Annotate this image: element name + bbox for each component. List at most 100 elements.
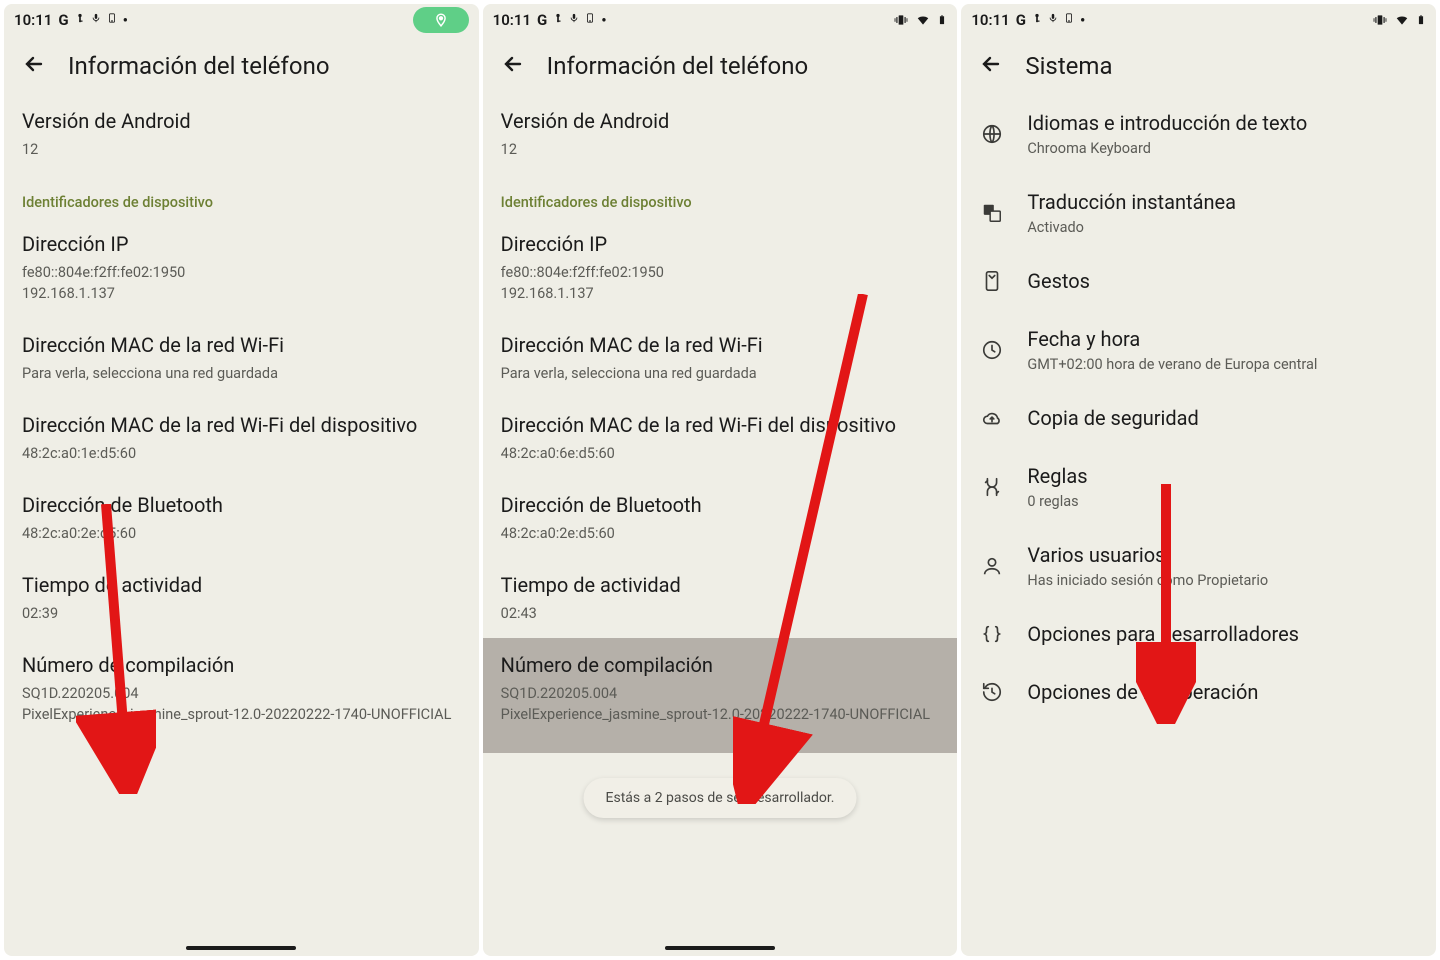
row-sub: Has iniciado sesión como Propietario: [1027, 572, 1418, 589]
row-value: PixelExperience_jasmine_sprout-12.0-2022…: [22, 704, 461, 725]
page-title: Sistema: [1025, 52, 1112, 80]
header: Información del teléfono: [483, 36, 958, 94]
cloud-icon: [979, 407, 1005, 429]
row-title: Varios usuarios: [1027, 542, 1418, 568]
row-title: Número de compilación: [501, 652, 940, 679]
row-value: 48:2c:a0:2e:d5:60: [501, 523, 940, 544]
ip-row[interactable]: Dirección IP fe80::804e:f2ff:fe02:1950 1…: [22, 217, 461, 318]
row-title: Número de compilación: [22, 652, 461, 679]
recovery-options-row[interactable]: Opciones de recuperación: [979, 663, 1418, 721]
section-header: Identificadores de dispositivo: [501, 174, 940, 217]
person-icon: [979, 555, 1005, 577]
status-mic-icon: [1048, 11, 1058, 29]
wifi-icon: [1394, 13, 1410, 27]
status-g-icon: G: [1016, 11, 1026, 29]
row-title: Opciones de recuperación: [1027, 679, 1418, 705]
history-icon: [979, 681, 1005, 703]
braces-icon: [979, 623, 1005, 645]
ip-row[interactable]: Dirección IP fe80::804e:f2ff:fe02:1950 1…: [501, 217, 940, 318]
back-button[interactable]: [22, 52, 46, 80]
phone-screen-3: 10:11 G •: [961, 4, 1436, 956]
build-number-row[interactable]: Número de compilación SQ1D.220205.004 Pi…: [22, 638, 461, 739]
row-value: 48:2c:a0:6e:d5:60: [501, 443, 940, 464]
wifi-mac-row[interactable]: Dirección MAC de la red Wi-Fi Para verla…: [501, 318, 940, 398]
phone-screen-2: 10:11 G •: [483, 4, 958, 956]
rules-row[interactable]: Reglas 0 reglas: [979, 447, 1418, 526]
uptime-row[interactable]: Tiempo de actividad 02:39: [22, 558, 461, 638]
section-header: Identificadores de dispositivo: [22, 174, 461, 217]
row-title: Opciones para desarrolladores: [1027, 621, 1418, 647]
status-dot: •: [601, 11, 606, 29]
row-title: Dirección IP: [22, 231, 461, 258]
content: Idiomas e introducción de texto Chrooma …: [961, 94, 1436, 956]
statusbar: 10:11 G •: [4, 4, 479, 36]
status-phone-icon: [585, 11, 595, 29]
row-value: 192.168.1.137: [22, 283, 461, 304]
row-title: Dirección de Bluetooth: [501, 492, 940, 519]
datetime-row[interactable]: Fecha y hora GMT+02:00 hora de verano de…: [979, 310, 1418, 389]
clock-icon: [979, 339, 1005, 361]
row-title: Dirección MAC de la red Wi-Fi del dispos…: [22, 412, 461, 439]
status-g-icon: G: [537, 11, 547, 29]
android-version-row[interactable]: Versión de Android 12: [501, 94, 940, 174]
home-indicator[interactable]: [665, 946, 775, 950]
rules-icon: [979, 476, 1005, 498]
row-value: 48:2c:a0:2e:d5:60: [22, 523, 461, 544]
row-title: Tiempo de actividad: [22, 572, 461, 599]
home-indicator[interactable]: [186, 946, 296, 950]
device-wifi-mac-row[interactable]: Dirección MAC de la red Wi-Fi del dispos…: [22, 398, 461, 478]
phone-screen-1: 10:11 G • Información del teléfono Ve: [4, 4, 479, 956]
row-title: Traducción instantánea: [1027, 189, 1418, 215]
build-number-row[interactable]: Número de compilación SQ1D.220205.004 Pi…: [483, 638, 958, 753]
vibrate-icon: [893, 13, 909, 27]
statusbar: 10:11 G •: [961, 4, 1436, 36]
battery-icon: [1416, 12, 1426, 28]
row-value: 12: [22, 139, 461, 160]
status-phone-icon: [107, 11, 117, 29]
row-value: 192.168.1.137: [501, 283, 940, 304]
status-time: 10:11: [14, 11, 52, 29]
status-mic-icon: [569, 11, 579, 29]
status-time: 10:11: [971, 11, 1009, 29]
row-sub: Activado: [1027, 219, 1418, 236]
translate-icon: [979, 202, 1005, 224]
statusbar: 10:11 G •: [483, 4, 958, 36]
header: Información del teléfono: [4, 36, 479, 94]
row-title: Copia de seguridad: [1027, 405, 1418, 431]
row-value: fe80::804e:f2ff:fe02:1950: [501, 262, 940, 283]
location-pill: [413, 7, 469, 33]
content: Versión de Android 12 Identificadores de…: [483, 94, 958, 956]
status-phone-icon: [1064, 11, 1074, 29]
row-title: Dirección MAC de la red Wi-Fi: [501, 332, 940, 359]
status-dot: •: [123, 11, 128, 29]
battery-icon: [937, 12, 947, 28]
row-value: 12: [501, 139, 940, 160]
header: Sistema: [961, 36, 1436, 94]
uptime-row[interactable]: Tiempo de actividad 02:43: [501, 558, 940, 638]
wifi-icon: [915, 13, 931, 27]
bluetooth-row[interactable]: Dirección de Bluetooth 48:2c:a0:2e:d5:60: [22, 478, 461, 558]
row-title: Fecha y hora: [1027, 326, 1418, 352]
gestures-row[interactable]: Gestos: [979, 252, 1418, 310]
status-mic-icon: [91, 11, 101, 29]
backup-row[interactable]: Copia de seguridad: [979, 389, 1418, 447]
bluetooth-row[interactable]: Dirección de Bluetooth 48:2c:a0:2e:d5:60: [501, 478, 940, 558]
globe-icon: [979, 123, 1005, 145]
row-title: Dirección de Bluetooth: [22, 492, 461, 519]
status-key-icon: [1032, 11, 1042, 29]
status-time: 10:11: [493, 11, 531, 29]
languages-row[interactable]: Idiomas e introducción de texto Chrooma …: [979, 94, 1418, 173]
row-title: Versión de Android: [501, 108, 940, 135]
wifi-mac-row[interactable]: Dirección MAC de la red Wi-Fi Para verla…: [22, 318, 461, 398]
developer-options-row[interactable]: Opciones para desarrolladores: [979, 605, 1418, 663]
row-title: Dirección IP: [501, 231, 940, 258]
row-value: 02:43: [501, 603, 940, 624]
device-wifi-mac-row[interactable]: Dirección MAC de la red Wi-Fi del dispos…: [501, 398, 940, 478]
translate-row[interactable]: Traducción instantánea Activado: [979, 173, 1418, 252]
users-row[interactable]: Varios usuarios Has iniciado sesión como…: [979, 526, 1418, 605]
row-title: Tiempo de actividad: [501, 572, 940, 599]
back-button[interactable]: [501, 52, 525, 80]
gesture-icon: [979, 270, 1005, 292]
android-version-row[interactable]: Versión de Android 12: [22, 94, 461, 174]
back-button[interactable]: [979, 52, 1003, 80]
